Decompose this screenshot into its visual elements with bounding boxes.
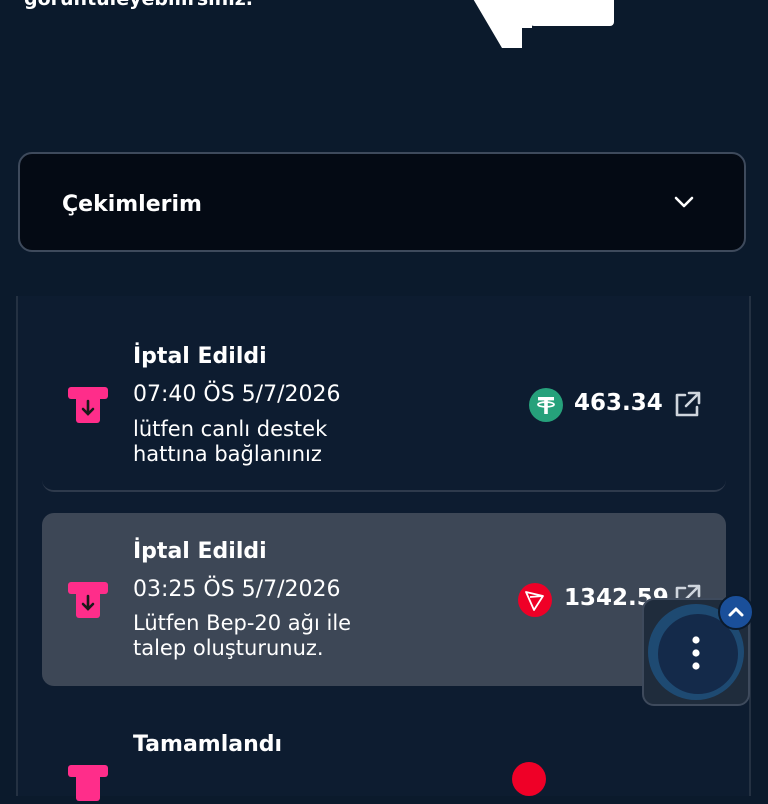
tether-icon: [529, 388, 563, 422]
atm-withdraw-icon: [68, 582, 108, 618]
withdrawal-item[interactable]: İptal Edildi 03:25 ÖS 5/7/2026 Lütfen Be…: [42, 513, 726, 686]
withdrawal-status: İptal Edildi: [133, 344, 267, 369]
atm-withdraw-icon: [68, 765, 108, 801]
withdrawal-amount: 463.34: [574, 390, 663, 416]
chevron-down-icon[interactable]: [674, 195, 694, 209]
page-description: görüntüleyebilirsiniz.: [24, 0, 253, 10]
chevron-up-icon: [728, 607, 744, 617]
withdrawal-note-line1: lütfen canlı destek: [133, 417, 328, 441]
withdrawal-item[interactable]: Tamamlandı: [42, 708, 726, 801]
tron-icon: [518, 583, 552, 617]
atm-withdraw-icon: [68, 387, 108, 423]
withdrawal-time: 03:25 ÖS 5/7/2026: [133, 577, 341, 602]
withdrawal-status: Tamamlandı: [133, 732, 283, 757]
tron-icon: [512, 762, 546, 796]
dropdown-label: Çekimlerim: [62, 192, 202, 217]
withdrawal-note-line1: Lütfen Bep-20 ağı ile: [133, 611, 352, 635]
arrow-left-icon: [473, 0, 614, 48]
scroll-up-button[interactable]: [718, 594, 754, 630]
withdrawals-dropdown[interactable]: Çekimlerim: [18, 152, 746, 252]
withdrawal-note-line2: hattına bağlanınız: [133, 442, 322, 466]
more-vertical-icon: [692, 636, 700, 670]
withdrawal-status: İptal Edildi: [133, 539, 267, 564]
external-link-icon[interactable]: [672, 390, 702, 420]
withdrawal-note-line2: talep oluşturunuz.: [133, 636, 324, 660]
withdrawal-time: 07:40 ÖS 5/7/2026: [133, 382, 341, 407]
withdrawal-item[interactable]: İptal Edildi 07:40 ÖS 5/7/2026 lütfen ca…: [42, 316, 726, 492]
